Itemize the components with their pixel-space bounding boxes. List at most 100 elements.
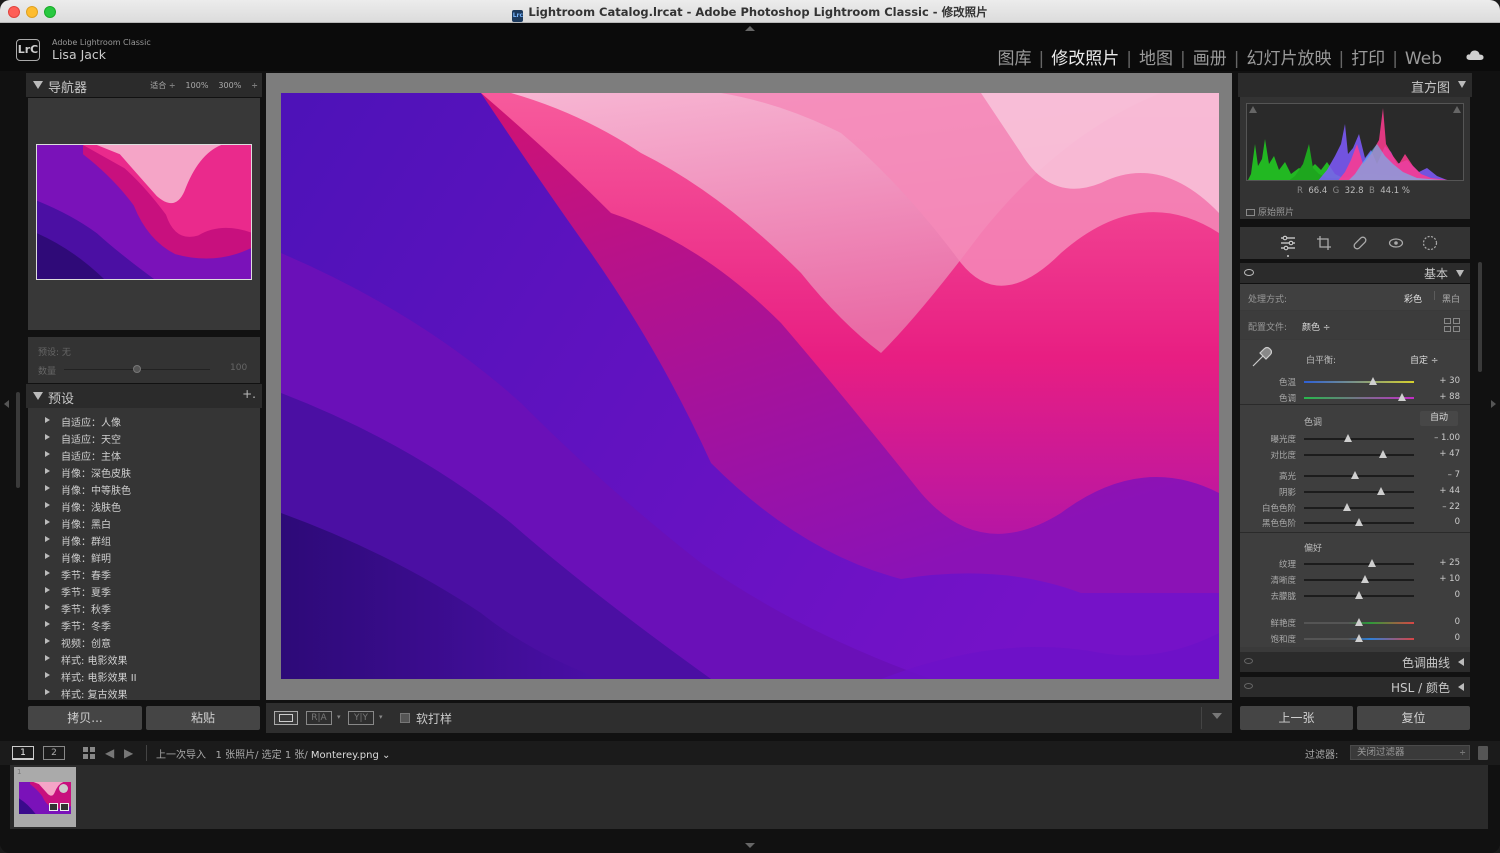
amount-slider-thumb[interactable] <box>133 365 141 373</box>
profile-select[interactable]: 颜色 ÷ <box>1302 320 1330 333</box>
preset-group[interactable]: 自适应：人像 <box>28 412 260 429</box>
exposure-thumb[interactable] <box>1344 434 1352 442</box>
shadows-slider[interactable]: 阴影 + 44 <box>1240 485 1470 499</box>
white-balance-select[interactable]: 自定 ÷ <box>1410 353 1438 366</box>
filter-lock-icon[interactable] <box>1478 746 1488 760</box>
preset-group[interactable]: 肖像：群组 <box>28 531 260 548</box>
exposure-slider[interactable]: 曝光度 – 1.00 <box>1240 432 1470 446</box>
basic-panel-header[interactable]: 基本 <box>1240 263 1470 283</box>
module-develop[interactable]: 修改照片 <box>1051 49 1119 69</box>
develop-badge-icon[interactable] <box>60 803 69 811</box>
shadows-thumb[interactable] <box>1377 487 1385 495</box>
filmstrip-thumbnail[interactable]: 1 <box>14 767 76 827</box>
preset-group[interactable]: 季节：春季 <box>28 565 260 582</box>
preset-group[interactable]: 肖像：中等肤色 <box>28 480 260 497</box>
treatment-color[interactable]: 彩色 <box>1404 292 1422 305</box>
window-2-button[interactable]: 2 <box>43 746 65 760</box>
texture-slider[interactable]: 纹理 + 25 <box>1240 557 1470 571</box>
preset-group[interactable]: 样式: 复古效果 <box>28 684 260 700</box>
vibrance-thumb[interactable] <box>1355 618 1363 626</box>
edit-sliders-icon[interactable] <box>1280 235 1296 251</box>
clarity-slider[interactable]: 清晰度 + 10 <box>1240 573 1470 587</box>
tone-curve-header[interactable]: 色调曲线 <box>1240 652 1470 672</box>
module-web[interactable]: Web <box>1405 49 1442 69</box>
blacks-thumb[interactable] <box>1355 518 1363 526</box>
tint-slider[interactable]: 色调 + 88 <box>1240 391 1470 405</box>
preset-group[interactable]: 肖像：浅肤色 <box>28 497 260 514</box>
left-panel-toggle-icon[interactable] <box>4 400 9 408</box>
module-print[interactable]: 打印 <box>1351 49 1385 69</box>
masking-icon[interactable] <box>1422 235 1438 251</box>
tint-thumb[interactable] <box>1397 393 1406 401</box>
toolbar-content-chevron-icon[interactable] <box>1212 713 1222 719</box>
image-canvas[interactable] <box>266 73 1232 700</box>
contrast-slider[interactable]: 对比度 + 47 <box>1240 448 1470 462</box>
healing-brush-icon[interactable] <box>1352 235 1368 251</box>
zoom-100[interactable]: 100% <box>186 81 209 90</box>
back-arrow-icon[interactable]: ◀ <box>105 746 114 760</box>
zoom-more[interactable]: ÷ <box>251 81 258 90</box>
shadow-clipping-icon[interactable] <box>1249 106 1257 113</box>
red-eye-icon[interactable] <box>1388 235 1404 251</box>
filmstrip-breadcrumb[interactable]: 上一次导入 1 张照片/ 选定 1 张/ Monterey.png ⌄ <box>156 746 390 761</box>
highlight-clipping-icon[interactable] <box>1453 106 1461 113</box>
preset-group[interactable]: 样式: 电影效果 <box>28 650 260 667</box>
copy-settings-button[interactable]: 拷贝... <box>28 706 142 730</box>
saturation-slider[interactable]: 饱和度 0 <box>1240 632 1470 646</box>
treatment-bw[interactable]: 黑白 <box>1442 292 1460 305</box>
chevron-down-icon[interactable]: ▾ <box>379 713 383 721</box>
contrast-track[interactable] <box>1304 454 1414 456</box>
texture-thumb[interactable] <box>1368 559 1377 567</box>
dehaze-slider[interactable]: 去朦胧 0 <box>1240 589 1470 603</box>
before-after-lr-button[interactable]: R|A <box>306 711 332 725</box>
left-panel-scrollbar[interactable] <box>16 392 20 488</box>
right-panel-toggle-icon[interactable] <box>1491 400 1496 408</box>
filter-select[interactable]: 关闭过滤器 ÷ <box>1350 745 1470 760</box>
eyedropper-icon[interactable] <box>1250 345 1272 369</box>
preset-group[interactable]: 季节：秋季 <box>28 599 260 616</box>
auto-tone-button[interactable]: 自动 <box>1420 411 1458 426</box>
main-photo[interactable] <box>281 93 1219 679</box>
module-book[interactable]: 画册 <box>1193 49 1227 69</box>
temp-thumb[interactable] <box>1369 377 1378 385</box>
highlights-thumb[interactable] <box>1350 471 1359 479</box>
top-panel-toggle-icon[interactable] <box>745 26 755 31</box>
preset-group[interactable]: 肖像：深色皮肤 <box>28 463 260 480</box>
zoom-300[interactable]: 300% <box>218 81 241 90</box>
temp-track[interactable] <box>1304 381 1414 383</box>
hsl-header[interactable]: HSL / 颜色 <box>1240 677 1470 697</box>
window-1-button[interactable]: 1 <box>12 746 34 760</box>
texture-track[interactable] <box>1304 563 1414 565</box>
histogram-graph[interactable] <box>1246 103 1464 181</box>
whites-slider[interactable]: 白色色阶 – 22 <box>1240 501 1470 515</box>
preset-group[interactable]: 季节：冬季 <box>28 616 260 633</box>
module-slideshow[interactable]: 幻灯片放映 <box>1246 49 1331 69</box>
original-photo-toggle[interactable]: 原始照片 <box>1246 205 1294 218</box>
highlights-track[interactable] <box>1304 475 1414 477</box>
loupe-view-button[interactable] <box>274 711 298 725</box>
cloud-icon[interactable] <box>1466 50 1484 60</box>
previous-button[interactable]: 上一张 <box>1240 706 1353 730</box>
soft-proof-checkbox[interactable] <box>400 713 410 723</box>
zoom-fit[interactable]: 适合 ÷ <box>150 81 175 90</box>
whites-thumb[interactable] <box>1342 503 1351 511</box>
shadows-track[interactable] <box>1304 491 1414 493</box>
navigator-preview[interactable] <box>36 144 252 280</box>
eye-icon[interactable] <box>1244 658 1253 664</box>
bottom-panel-toggle-icon[interactable] <box>745 843 755 848</box>
preset-group[interactable]: 自适应：主体 <box>28 446 260 463</box>
metadata-badge-icon[interactable] <box>49 803 58 811</box>
chevron-down-icon[interactable]: ▾ <box>337 713 341 721</box>
profile-browser-icon[interactable] <box>1444 318 1460 332</box>
vibrance-slider[interactable]: 鲜艳度 0 <box>1240 616 1470 630</box>
add-preset-button[interactable]: +. <box>242 387 256 401</box>
preset-group[interactable]: 样式: 电影效果 II <box>28 667 260 684</box>
saturation-thumb[interactable] <box>1355 634 1363 642</box>
presets-header[interactable]: 预设 +. <box>26 384 262 408</box>
eye-icon[interactable] <box>1244 683 1253 689</box>
crop-icon[interactable] <box>1316 235 1332 251</box>
reset-button[interactable]: 复位 <box>1357 706 1470 730</box>
before-after-tb-button[interactable]: Y|Y <box>348 711 374 725</box>
clarity-track[interactable] <box>1304 579 1414 581</box>
blacks-slider[interactable]: 黑色色阶 0 <box>1240 516 1470 530</box>
